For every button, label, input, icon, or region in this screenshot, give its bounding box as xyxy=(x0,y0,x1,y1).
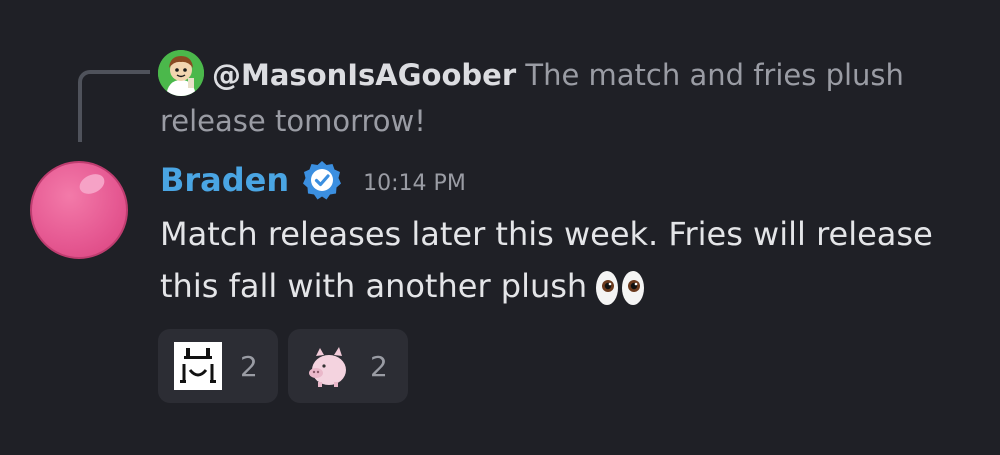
reply-preview[interactable]: @MasonIsAGoober The match and fries plus… xyxy=(160,52,960,144)
message-timestamp: 10:14 PM xyxy=(363,170,466,196)
message-header: Braden 10:14 PM xyxy=(160,158,466,202)
reaction-button-face[interactable]: 2 xyxy=(158,329,278,403)
author-username[interactable]: Braden xyxy=(160,161,289,199)
avatar-shine xyxy=(76,170,108,198)
custom-emote-pig-icon xyxy=(309,347,346,387)
author-avatar[interactable] xyxy=(30,161,128,259)
reaction-count: 2 xyxy=(240,349,258,383)
message-text: Match releases later this week. Fries wi… xyxy=(160,215,933,305)
eyes-emoji-icon xyxy=(596,271,645,305)
reply-connector-line xyxy=(78,70,150,142)
custom-emote-face-icon xyxy=(174,342,222,390)
message-content: Match releases later this week. Fries wi… xyxy=(160,208,990,312)
reply-username[interactable]: @MasonIsAGoober xyxy=(212,58,516,92)
reaction-count: 2 xyxy=(370,349,388,383)
reaction-button-pig[interactable]: 2 xyxy=(288,329,408,403)
verified-badge-icon[interactable] xyxy=(301,159,343,201)
